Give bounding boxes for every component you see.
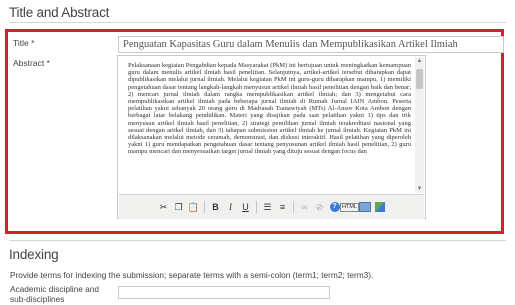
abstract-editor[interactable]: Pelaksanaan kegiatan Pengabdian kepada M…: [117, 55, 426, 219]
italic-icon[interactable]: I: [224, 201, 237, 214]
abstract-label: Abstract *: [13, 58, 50, 68]
link-icon[interactable]: ∞: [298, 201, 311, 214]
toolbar-separator: [256, 201, 257, 213]
abstract-textarea[interactable]: Pelaksanaan kegiatan Pengabdian kepada M…: [128, 62, 411, 190]
section-indexing: Indexing: [9, 247, 59, 262]
bold-icon[interactable]: B: [209, 201, 222, 214]
bullet-list-icon[interactable]: ☰: [261, 201, 274, 214]
unlink-icon[interactable]: ⊘: [313, 201, 326, 214]
copy-icon[interactable]: ❐: [172, 201, 185, 214]
discipline-input[interactable]: [118, 286, 330, 299]
scroll-down-arrow-icon[interactable]: ▼: [415, 185, 424, 193]
title-label: Title *: [13, 38, 35, 48]
section-title-abstract: Title and Abstract: [9, 5, 110, 20]
cut-icon[interactable]: ✂: [157, 201, 170, 214]
toolbar-separator: [204, 201, 205, 213]
html-icon[interactable]: HTML: [340, 201, 359, 214]
plugin-icon[interactable]: [373, 201, 386, 214]
section-divider: [9, 22, 506, 23]
numbered-list-icon[interactable]: ≡: [276, 201, 289, 214]
discipline-label: Academic discipline and sub-disciplines: [10, 284, 100, 304]
image-icon[interactable]: [358, 201, 371, 214]
toolbar-separator: [293, 201, 294, 213]
abstract-scrollbar[interactable]: ▲ ▼: [415, 57, 424, 193]
underline-icon[interactable]: U: [239, 201, 252, 214]
scroll-thumb[interactable]: [416, 69, 423, 89]
indexing-description: Provide terms for indexing the submissio…: [10, 270, 374, 280]
scroll-up-arrow-icon[interactable]: ▲: [415, 57, 424, 65]
editor-toolbar: ✂ ❐ 📋 B I U ☰ ≡ ∞ ⊘ ? HTML: [119, 194, 424, 219]
paste-icon[interactable]: 📋: [187, 201, 200, 214]
title-input[interactable]: Penguatan Kapasitas Guru dalam Menulis d…: [118, 36, 504, 53]
section-divider: [9, 240, 506, 241]
